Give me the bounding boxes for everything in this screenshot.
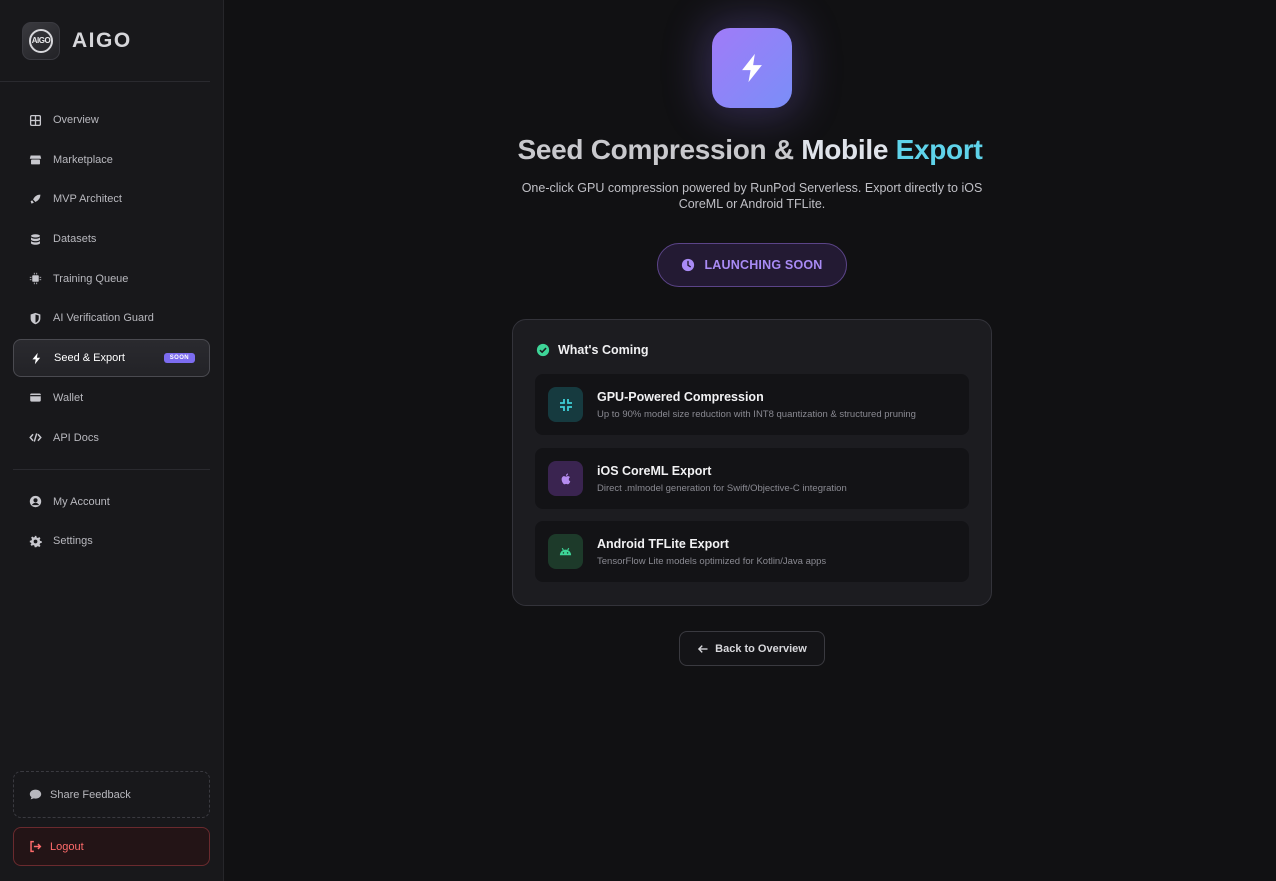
sidebar-item-ai-verification-guard[interactable]: AI Verification Guard [13,299,210,337]
logout-button[interactable]: Logout [13,827,210,866]
share-feedback-label: Share Feedback [50,788,131,801]
sidebar: AIGO AIGO Overview Marketplace MVP Archi… [0,0,224,881]
sidebar-item-label: AI Verification Guard [53,312,154,325]
main-content: Seed Compression & Mobile Export One-cli… [224,0,1276,881]
bolt-icon [712,28,792,108]
card-title: What's Coming [558,343,649,357]
sidebar-item-seed-export[interactable]: Seed & Export SOON [13,339,210,378]
chip-icon [28,272,42,286]
back-to-overview-button[interactable]: Back to Overview [679,631,825,666]
sidebar-item-my-account[interactable]: My Account [13,483,210,521]
grid-icon [28,113,42,127]
sidebar-item-label: Training Queue [53,272,129,285]
sidebar-item-training-queue[interactable]: Training Queue [13,260,210,298]
code-icon [28,431,42,445]
page-title-part2: Mobile [801,134,889,165]
check-circle-icon [536,343,550,357]
rocket-icon [28,192,42,206]
sidebar-item-label: Seed & Export [54,352,125,365]
database-icon [28,232,42,246]
page-subtitle: One-click GPU compression powered by Run… [521,181,983,211]
android-icon [548,534,583,569]
logout-label: Logout [50,840,84,853]
feature-description: Up to 90% model size reduction with INT8… [597,408,916,420]
launching-soon-badge: LAUNCHING SOON [657,243,847,287]
user-icon [28,495,42,509]
brand-logo: AIGO [22,21,60,60]
card-header: What's Coming [536,343,648,357]
sidebar-item-label: Wallet [53,391,84,404]
feature-description: Direct .mlmodel generation for Swift/Obj… [597,482,847,494]
feature-item-android-tflite: Android TFLite Export TensorFlow Lite mo… [535,521,969,582]
feature-name: GPU-Powered Compression [597,389,764,404]
sidebar-item-label: API Docs [53,431,99,444]
sidebar-item-overview[interactable]: Overview [13,101,210,139]
feature-description: TensorFlow Lite models optimized for Kot… [597,555,827,567]
brand-logo-text: AIGO [29,28,53,53]
sidebar-item-mvp-architect[interactable]: MVP Architect [13,180,210,218]
compress-icon [548,387,583,422]
sidebar-item-label: Datasets [53,233,97,246]
sidebar-item-label: My Account [53,495,110,508]
launching-soon-label: LAUNCHING SOON [704,258,823,272]
feature-name: Android TFLite Export [597,536,729,551]
logout-icon [29,840,42,853]
arrow-left-icon [697,643,709,655]
page-title-part3: Export [895,134,983,165]
bolt-icon [29,351,43,365]
page-title: Seed Compression & Mobile Export [224,134,1276,166]
sidebar-item-settings[interactable]: Settings [13,522,210,560]
whats-coming-card: What's Coming GPU-Powered Compression Up… [512,319,992,606]
back-label: Back to Overview [715,642,807,655]
wallet-icon [28,391,42,405]
sidebar-divider [13,468,210,470]
store-icon [28,153,42,167]
apple-icon [548,461,583,496]
shield-icon [28,311,42,325]
brand-name: AIGO [72,28,132,52]
sidebar-item-label: Marketplace [53,153,113,166]
sidebar-item-wallet[interactable]: Wallet [13,379,210,417]
share-feedback-button[interactable]: Share Feedback [13,771,210,818]
soon-badge: SOON [163,353,195,364]
chat-icon [29,788,42,801]
sidebar-item-label: MVP Architect [53,193,122,206]
gear-icon [28,534,42,548]
sidebar-item-marketplace[interactable]: Marketplace [13,141,210,179]
page-title-part1: Seed Compression & [517,134,795,165]
sidebar-item-datasets[interactable]: Datasets [13,220,210,258]
sidebar-item-label: Overview [53,114,99,126]
feature-item-ios-coreml: iOS CoreML Export Direct .mlmodel genera… [535,448,969,509]
sidebar-item-label: Settings [53,535,93,548]
feature-name: iOS CoreML Export [597,463,712,478]
sidebar-nav: Overview Marketplace MVP Architect Datas… [0,82,223,560]
sidebar-item-api-docs[interactable]: API Docs [13,419,210,457]
clock-icon [681,258,695,272]
feature-item-gpu-compression: GPU-Powered Compression Up to 90% model … [535,374,969,435]
brand[interactable]: AIGO AIGO [0,0,210,82]
